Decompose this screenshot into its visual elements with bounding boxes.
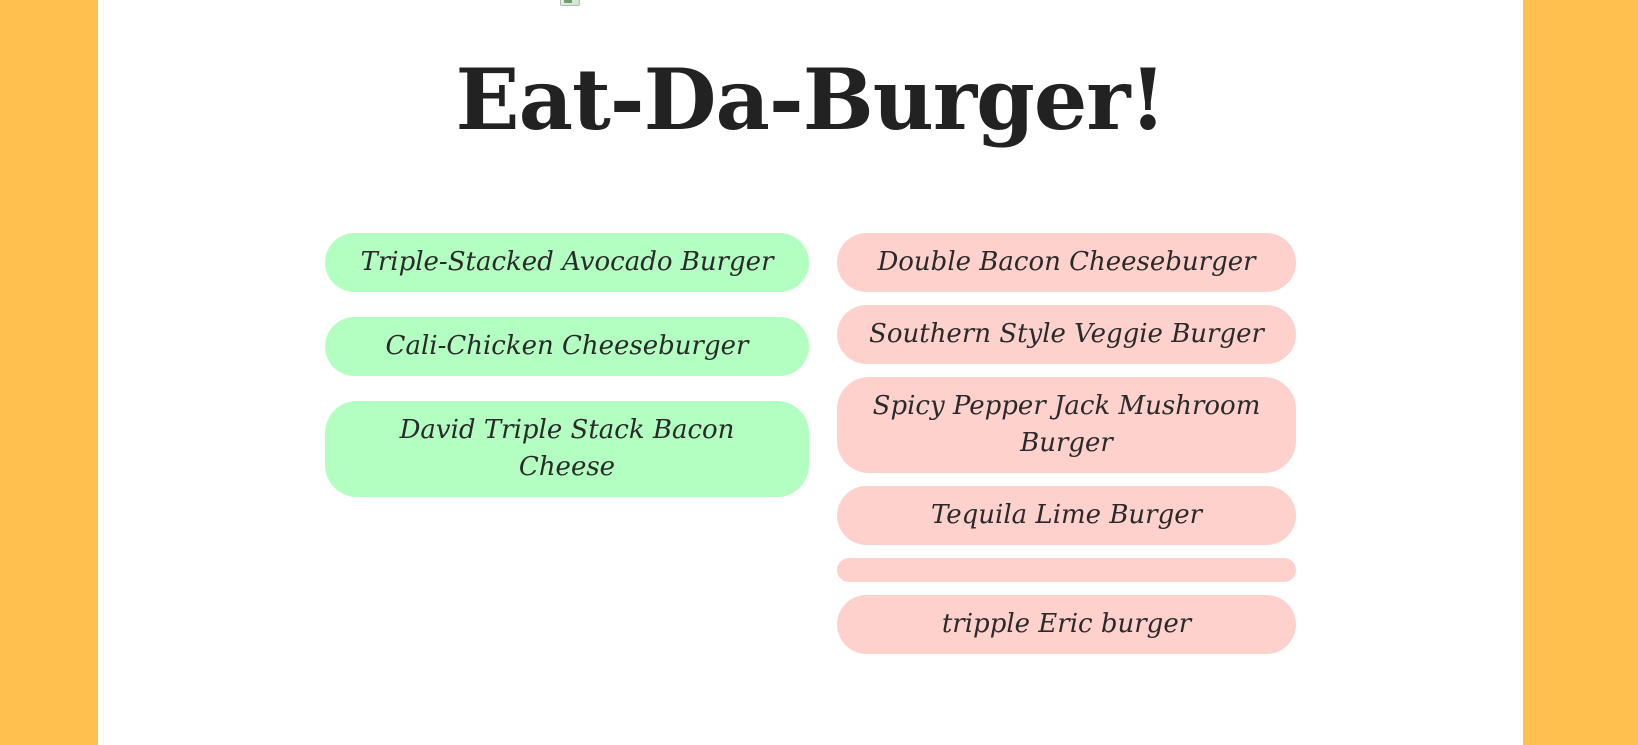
ready-burgers-list: Triple-Stacked Avocado Burger Cali-Chick… — [325, 233, 809, 522]
devoured-burger-button[interactable]: Tequila Lime Burger — [837, 486, 1296, 545]
ready-burger-button[interactable]: Triple-Stacked Avocado Burger — [325, 233, 809, 292]
devoured-burger-button-empty[interactable] — [837, 558, 1296, 582]
devoured-burgers-list: Double Bacon Cheeseburger Southern Style… — [837, 233, 1296, 667]
devoured-burger-button[interactable]: Spicy Pepper Jack Mushroom Burger — [837, 377, 1296, 473]
devoured-burger-button[interactable]: tripple Eric burger — [837, 595, 1296, 654]
ready-burger-button[interactable]: David Triple Stack Bacon Cheese — [325, 401, 809, 497]
page-container: Eat-Da-Burger! Triple-Stacked Avocado Bu… — [98, 0, 1523, 745]
devoured-burger-button[interactable]: Southern Style Veggie Burger — [837, 305, 1296, 364]
ready-burger-button[interactable]: Cali-Chicken Cheeseburger — [325, 317, 809, 376]
broken-image-icon — [560, 0, 580, 6]
devoured-burger-button[interactable]: Double Bacon Cheeseburger — [837, 233, 1296, 292]
page-title: Eat-Da-Burger! — [455, 50, 1167, 149]
